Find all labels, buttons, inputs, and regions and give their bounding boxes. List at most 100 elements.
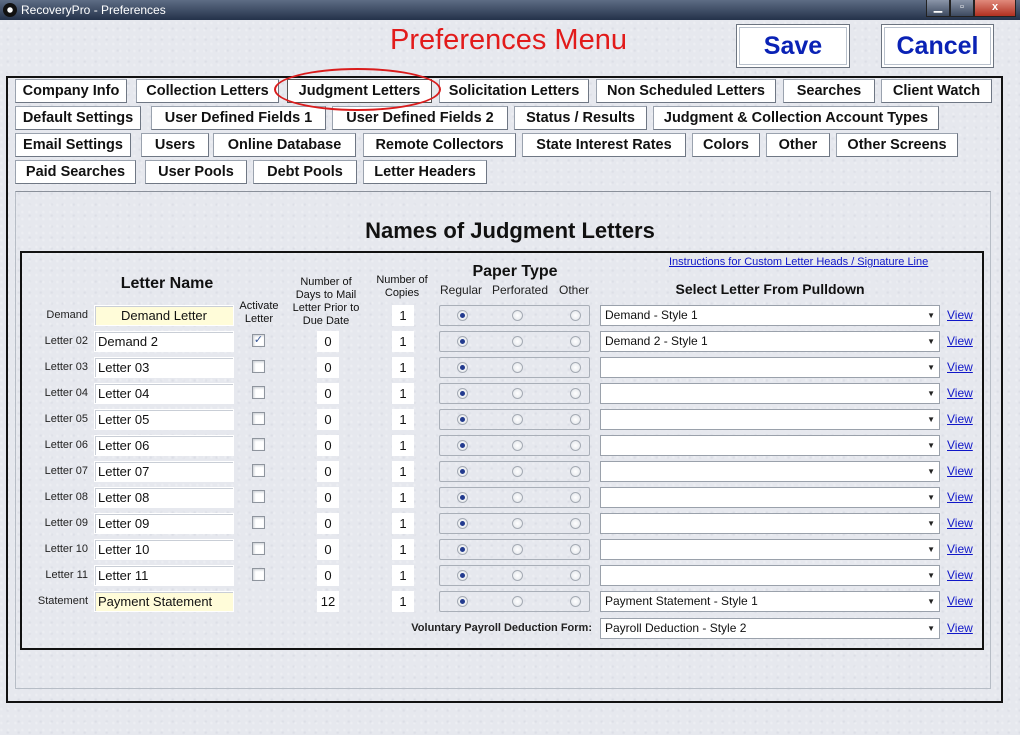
view-link[interactable]: View: [947, 487, 973, 508]
letter-name-field[interactable]: Letter 11: [94, 565, 234, 586]
tab-online-database[interactable]: Online Database: [213, 133, 356, 157]
paper-perforated-radio[interactable]: [512, 492, 523, 503]
letter-name-field[interactable]: Letter 05: [94, 409, 234, 430]
paper-perforated-radio[interactable]: [512, 466, 523, 477]
days-prior-field[interactable]: 0: [317, 461, 339, 482]
tab-judgment-letters[interactable]: Judgment Letters: [287, 79, 432, 103]
letter-template-select[interactable]: ▼: [600, 565, 940, 586]
view-link[interactable]: View: [947, 305, 973, 326]
tab-status-results[interactable]: Status / Results: [514, 106, 647, 130]
tab-paid-searches[interactable]: Paid Searches: [15, 160, 136, 184]
cancel-button[interactable]: Cancel: [881, 24, 994, 68]
tab-default-settings[interactable]: Default Settings: [15, 106, 141, 130]
tab-colors[interactable]: Colors: [692, 133, 760, 157]
paper-other-radio[interactable]: [570, 492, 581, 503]
letter-name-field[interactable]: Demand 2: [94, 331, 234, 352]
activate-letter-checkbox[interactable]: ✓: [252, 334, 265, 347]
letter-template-select[interactable]: ▼: [600, 487, 940, 508]
copies-field[interactable]: 1: [392, 565, 414, 586]
letter-name-field[interactable]: Letter 07: [94, 461, 234, 482]
activate-letter-checkbox[interactable]: [252, 464, 265, 477]
days-prior-field[interactable]: 0: [317, 487, 339, 508]
view-link[interactable]: View: [947, 383, 973, 404]
payroll-view-link[interactable]: View: [947, 618, 973, 639]
paper-regular-radio[interactable]: [457, 440, 468, 451]
days-prior-field[interactable]: 0: [317, 331, 339, 352]
days-prior-field[interactable]: 0: [317, 357, 339, 378]
letter-template-select[interactable]: ▼: [600, 435, 940, 456]
days-prior-field[interactable]: 0: [317, 383, 339, 404]
view-link[interactable]: View: [947, 565, 973, 586]
letter-name-field[interactable]: Demand Letter: [94, 305, 234, 326]
paper-other-radio[interactable]: [570, 466, 581, 477]
tab-email-settings[interactable]: Email Settings: [15, 133, 131, 157]
letter-name-field[interactable]: Letter 09: [94, 513, 234, 534]
minimize-icon[interactable]: ▁: [926, 0, 950, 17]
activate-letter-checkbox[interactable]: [252, 360, 265, 373]
tab-company-info[interactable]: Company Info: [15, 79, 127, 103]
copies-field[interactable]: 1: [392, 435, 414, 456]
paper-other-radio[interactable]: [570, 596, 581, 607]
paper-regular-radio[interactable]: [457, 466, 468, 477]
paper-perforated-radio[interactable]: [512, 336, 523, 347]
tab-state-interest-rates[interactable]: State Interest Rates: [522, 133, 686, 157]
copies-field[interactable]: 1: [392, 461, 414, 482]
tab-other-screens[interactable]: Other Screens: [836, 133, 958, 157]
copies-field[interactable]: 1: [392, 591, 414, 612]
activate-letter-checkbox[interactable]: [252, 490, 265, 503]
close-icon[interactable]: x: [974, 0, 1016, 17]
tab-users[interactable]: Users: [141, 133, 209, 157]
activate-letter-checkbox[interactable]: [252, 568, 265, 581]
paper-regular-radio[interactable]: [457, 570, 468, 581]
paper-other-radio[interactable]: [570, 440, 581, 451]
copies-field[interactable]: 1: [392, 513, 414, 534]
paper-perforated-radio[interactable]: [512, 310, 523, 321]
tab-user-defined-fields-2[interactable]: User Defined Fields 2: [332, 106, 508, 130]
letter-template-select[interactable]: Demand 2 - Style 1 ▼: [600, 331, 940, 352]
paper-other-radio[interactable]: [570, 388, 581, 399]
paper-other-radio[interactable]: [570, 570, 581, 581]
paper-regular-radio[interactable]: [457, 544, 468, 555]
days-prior-field[interactable]: 0: [317, 409, 339, 430]
copies-field[interactable]: 1: [392, 383, 414, 404]
activate-letter-checkbox[interactable]: [252, 438, 265, 451]
paper-perforated-radio[interactable]: [512, 414, 523, 425]
paper-perforated-radio[interactable]: [512, 388, 523, 399]
days-prior-field[interactable]: 0: [317, 565, 339, 586]
copies-field[interactable]: 1: [392, 331, 414, 352]
paper-perforated-radio[interactable]: [512, 362, 523, 373]
tab-client-watch[interactable]: Client Watch: [881, 79, 992, 103]
view-link[interactable]: View: [947, 539, 973, 560]
view-link[interactable]: View: [947, 513, 973, 534]
paper-perforated-radio[interactable]: [512, 596, 523, 607]
letter-template-select[interactable]: ▼: [600, 513, 940, 534]
paper-other-radio[interactable]: [570, 544, 581, 555]
activate-letter-checkbox[interactable]: [252, 386, 265, 399]
tab-user-defined-fields-1[interactable]: User Defined Fields 1: [151, 106, 326, 130]
tab-user-pools[interactable]: User Pools: [145, 160, 247, 184]
copies-field[interactable]: 1: [392, 305, 414, 326]
view-link[interactable]: View: [947, 331, 973, 352]
paper-regular-radio[interactable]: [457, 336, 468, 347]
paper-regular-radio[interactable]: [457, 362, 468, 373]
letter-name-field[interactable]: Payment Statement: [94, 591, 234, 612]
tab-judgment-collection-account-types[interactable]: Judgment & Collection Account Types: [653, 106, 939, 130]
tab-letter-headers[interactable]: Letter Headers: [363, 160, 487, 184]
letter-template-select[interactable]: ▼: [600, 383, 940, 404]
days-prior-field[interactable]: 0: [317, 435, 339, 456]
letter-template-select[interactable]: ▼: [600, 539, 940, 560]
copies-field[interactable]: 1: [392, 409, 414, 430]
paper-regular-radio[interactable]: [457, 414, 468, 425]
paper-regular-radio[interactable]: [457, 596, 468, 607]
letter-template-select[interactable]: ▼: [600, 461, 940, 482]
copies-field[interactable]: 1: [392, 357, 414, 378]
copies-field[interactable]: 1: [392, 539, 414, 560]
days-prior-field[interactable]: 0: [317, 539, 339, 560]
paper-other-radio[interactable]: [570, 518, 581, 529]
days-prior-field[interactable]: 12: [317, 591, 339, 612]
paper-regular-radio[interactable]: [457, 310, 468, 321]
letter-name-field[interactable]: Letter 04: [94, 383, 234, 404]
paper-other-radio[interactable]: [570, 414, 581, 425]
tab-remote-collectors[interactable]: Remote Collectors: [363, 133, 516, 157]
paper-perforated-radio[interactable]: [512, 544, 523, 555]
